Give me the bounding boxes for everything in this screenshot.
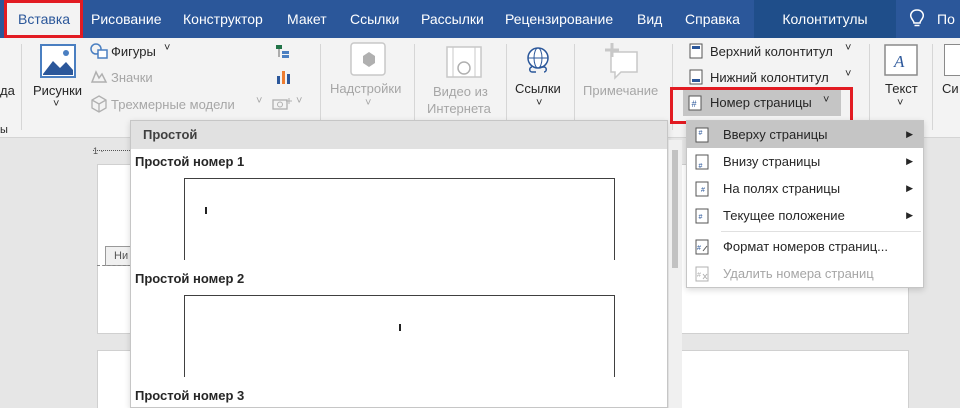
icons-icon (90, 70, 108, 83)
remove-page-numbers-icon: # (695, 266, 709, 282)
shapes-icon[interactable] (89, 43, 109, 59)
svg-text:#: # (699, 130, 703, 137)
menu-item-page-margins[interactable]: # На полях страницы ▶ (687, 175, 923, 202)
screenshot-chevron: ˅ (296, 95, 303, 107)
pictures-chevron[interactable]: ˅ (53, 98, 59, 110)
tab-header-footer-context[interactable]: Колонтитулы (754, 0, 896, 38)
text-chevron[interactable]: ˅ (897, 97, 903, 109)
pictures-button[interactable]: Рисунки (33, 83, 82, 98)
tab-draw[interactable]: Рисование (91, 0, 162, 38)
3d-models-chevron: ˅ (256, 95, 263, 107)
svg-text:#: # (699, 163, 703, 170)
gallery-item-label: Простой номер 1 (135, 154, 245, 169)
svg-text:#: # (697, 245, 701, 252)
icons-button: Значки (111, 70, 153, 85)
tab-layout[interactable]: Макет (287, 0, 327, 38)
page-number-placeholder (205, 207, 207, 214)
submenu-arrow-icon: ▶ (906, 183, 913, 193)
gallery-item-label: Простой номер 2 (135, 271, 245, 286)
page-top-icon: # (695, 127, 709, 143)
links-icon[interactable] (526, 46, 550, 74)
addins-icon (350, 42, 386, 76)
symbols-button[interactable]: Си (942, 81, 959, 96)
addins-button: Надстройки (330, 81, 402, 96)
gallery-item-simple-2[interactable] (184, 295, 615, 377)
links-button[interactable]: Ссылки (515, 81, 561, 96)
tell-me-search[interactable]: По (937, 0, 955, 38)
symbols-icon[interactable] (944, 44, 960, 76)
tab-mailings[interactable]: Рассылки (421, 0, 484, 38)
chart-icon[interactable] (274, 68, 292, 86)
online-video-icon (446, 46, 482, 78)
ruler-marker: 1 · (93, 146, 104, 156)
menu-item-format-page-numbers[interactable]: # Формат номеров страниц... (687, 233, 923, 260)
svg-text:#: # (699, 214, 703, 221)
submenu-arrow-icon: ▶ (906, 156, 913, 166)
format-page-numbers-icon: # (695, 239, 709, 255)
highlight-box-page-number (670, 87, 853, 124)
tab-help[interactable]: Справка (685, 0, 740, 38)
addins-chevron: ˅ (365, 97, 372, 109)
smartart-icon[interactable] (274, 42, 292, 60)
shapes-chevron[interactable]: ˅ (164, 42, 170, 54)
menu-item-current-position[interactable]: # Текущее положение ▶ (687, 202, 923, 229)
menu-separator (721, 231, 921, 232)
current-position-icon: # (695, 208, 709, 224)
highlight-box-insert-tab (4, 0, 83, 38)
gallery-section-header: Простой (131, 121, 667, 149)
gallery-item-simple-1[interactable] (184, 178, 615, 260)
page-number-placeholder (399, 324, 401, 331)
tab-references[interactable]: Ссылки (350, 0, 399, 38)
submenu-arrow-icon: ▶ (906, 210, 913, 220)
tab-review[interactable]: Рецензирование (505, 0, 613, 38)
page-bottom-icon: # (695, 154, 709, 170)
svg-text:A: A (893, 52, 905, 71)
header-icon[interactable] (689, 43, 703, 59)
cut-off-label: да (0, 83, 15, 98)
footer-chevron[interactable]: ˅ (845, 68, 851, 80)
shapes-button[interactable]: Фигуры (111, 44, 156, 59)
gallery-item-label: Простой номер 3 (135, 388, 245, 403)
page-number-gallery: Простой Простой номер 1 Простой номер 2 … (130, 120, 668, 408)
header-button[interactable]: Верхний колонтитул (710, 44, 833, 59)
group-divider (320, 44, 321, 130)
group-divider (21, 44, 22, 130)
gallery-scrollbar[interactable] (668, 140, 682, 408)
links-chevron[interactable]: ˅ (536, 97, 542, 109)
group-divider (574, 44, 575, 130)
scrollbar-thumb[interactable] (672, 150, 678, 268)
submenu-arrow-icon: ▶ (906, 129, 913, 139)
footer-icon[interactable] (689, 69, 703, 85)
ribbon-tab-bar: Вставка Рисование Конструктор Макет Ссыл… (0, 0, 960, 38)
group-divider (414, 44, 415, 130)
tab-view[interactable]: Вид (637, 0, 662, 38)
svg-text:#: # (697, 272, 701, 279)
tab-design[interactable]: Конструктор (183, 0, 263, 38)
text-box-icon[interactable]: A (884, 44, 918, 76)
svg-text:#: # (701, 187, 705, 194)
footer-button[interactable]: Нижний колонтитул (710, 70, 829, 85)
online-video-line2: Интернета (427, 101, 491, 116)
online-video-line1: Видео из (433, 84, 488, 99)
menu-item-bottom-of-page[interactable]: # Внизу страницы ▶ (687, 148, 923, 175)
menu-item-remove-page-numbers: # Удалить номера страниц (695, 266, 874, 282)
screenshot-icon (272, 98, 292, 110)
comment-button: Примечание (583, 83, 659, 98)
group-divider (869, 44, 870, 130)
text-button[interactable]: Текст (885, 81, 918, 96)
comment-icon (605, 43, 638, 80)
group-divider (932, 44, 933, 130)
group-divider (506, 44, 507, 130)
header-chevron[interactable]: ˅ (845, 42, 851, 54)
footer-boundary-line (97, 265, 131, 266)
page-number-menu: # Вверху страницы ▶ # Внизу страницы ▶ #… (686, 120, 924, 288)
3d-models-button: Трехмерные модели (111, 97, 235, 112)
footer-tag-label: Ни (105, 246, 131, 266)
pictures-icon[interactable] (40, 44, 76, 78)
cut-off-group-label: ы (0, 124, 8, 136)
3d-models-icon (91, 95, 107, 113)
page-margins-icon: # (695, 181, 709, 197)
lightbulb-icon[interactable] (908, 9, 926, 29)
menu-item-top-of-page[interactable]: # Вверху страницы ▶ (687, 121, 923, 148)
